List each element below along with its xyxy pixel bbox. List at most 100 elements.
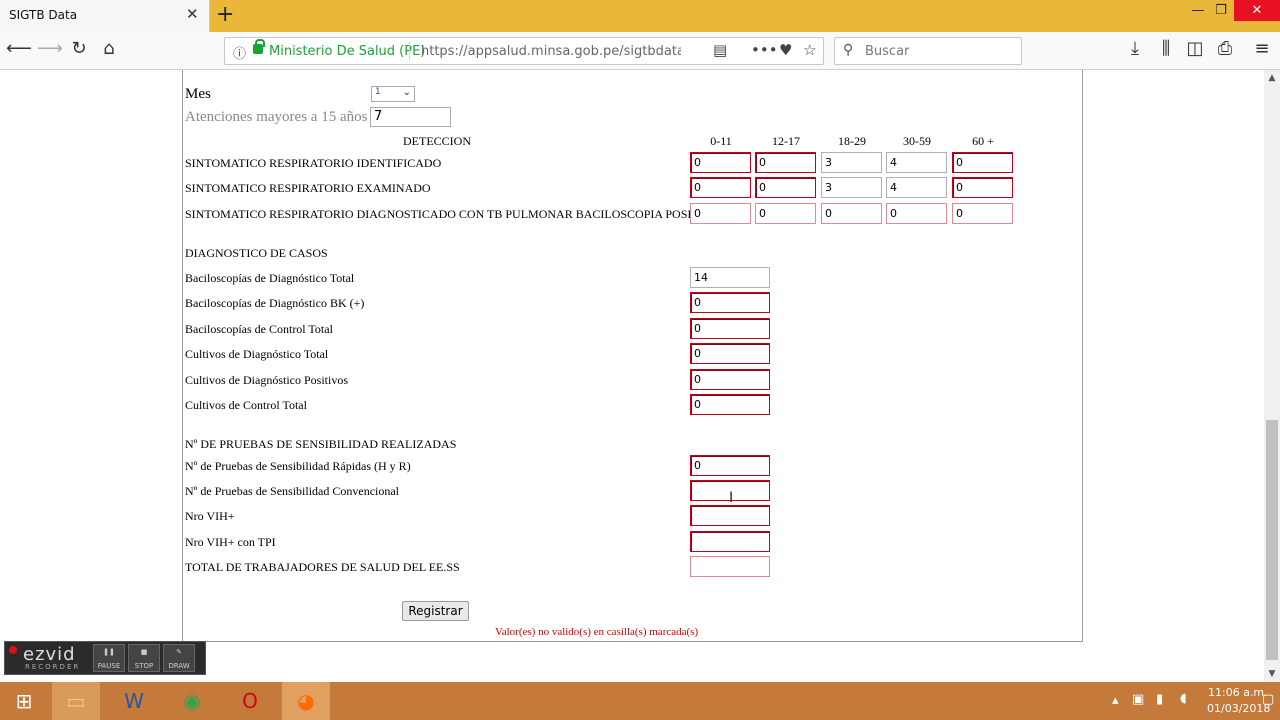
- bookmark-star-icon[interactable]: ☆: [803, 41, 816, 59]
- page-actions-icon[interactable]: •••: [751, 41, 778, 59]
- stop-button[interactable]: ■ STOP: [128, 644, 160, 672]
- detection-input[interactable]: 0: [690, 203, 751, 224]
- network-icon[interactable]: ▣: [1132, 692, 1144, 707]
- file-explorer-icon[interactable]: ▭: [52, 682, 100, 720]
- sens-label: Nº de Pruebas de Sensibilidad Rápidas (H…: [185, 459, 411, 473]
- sidebar-icon[interactable]: ◫: [1183, 38, 1207, 59]
- registrar-button[interactable]: Registrar: [402, 601, 469, 621]
- pocket-icon[interactable]: ♥: [779, 41, 792, 59]
- scroll-down-icon[interactable]: ▼: [1264, 666, 1280, 682]
- new-tab-icon[interactable]: +: [216, 2, 234, 27]
- sens-input[interactable]: [690, 556, 770, 577]
- detection-input[interactable]: 0: [886, 203, 947, 224]
- page-viewport: Mes 1 ⌄ Atenciones mayores a 15 años 7 D…: [0, 70, 1264, 682]
- search-icon: ⚲: [843, 42, 854, 58]
- diag-input[interactable]: 0: [690, 318, 770, 339]
- url-text[interactable]: https://appsalud.minsa.gob.pe/sigtbdata/…: [421, 44, 681, 59]
- age-col-header: 18-29: [838, 134, 866, 148]
- word-icon[interactable]: W: [110, 682, 158, 720]
- window-minimize-icon[interactable]: —: [1188, 3, 1208, 18]
- detection-input[interactable]: 0: [690, 177, 751, 198]
- stop-label: STOP: [134, 662, 154, 670]
- diag-input[interactable]: 0: [690, 394, 770, 415]
- scroll-thumb[interactable]: [1266, 420, 1278, 660]
- diag-input[interactable]: 0: [690, 343, 770, 364]
- sens-label: Nº de Pruebas de Sensibilidad Convencion…: [185, 484, 400, 498]
- library-icon[interactable]: ⫼: [1154, 38, 1178, 59]
- window-restore-icon[interactable]: ❐: [1211, 3, 1231, 18]
- detection-input[interactable]: 0: [690, 152, 751, 173]
- error-message: Valor(es) no valido(s) en casilla(s) mar…: [495, 626, 699, 638]
- reload-icon[interactable]: ↻: [67, 38, 91, 59]
- detection-input[interactable]: 0: [755, 177, 816, 198]
- mes-select[interactable]: 1 ⌄: [371, 86, 415, 102]
- mes-label: Mes: [185, 86, 211, 102]
- detection-input[interactable]: 0: [755, 152, 816, 173]
- vertical-scrollbar[interactable]: ▲ ▼: [1264, 70, 1280, 682]
- print-icon[interactable]: ⎙: [1213, 38, 1237, 59]
- row-label: SINTOMATICO RESPIRATORIO IDENTIFICADO: [185, 156, 442, 170]
- tab-close-icon[interactable]: ✕: [186, 5, 199, 23]
- chevron-down-icon: ⌄: [402, 87, 411, 98]
- age-col-header: 0-11: [710, 134, 732, 148]
- sens-input[interactable]: 0: [690, 455, 770, 476]
- home-icon[interactable]: ⌂: [97, 38, 121, 59]
- atenciones-input[interactable]: 7: [370, 107, 451, 127]
- pause-button[interactable]: ❚❚ PAUSE: [93, 644, 125, 672]
- search-bar[interactable]: ⚲ Buscar: [834, 37, 1022, 65]
- diag-label: Baciloscopías de Diagnóstico Total: [185, 271, 355, 285]
- detection-input[interactable]: 0: [821, 203, 882, 224]
- sens-input[interactable]: [690, 531, 770, 552]
- diag-input[interactable]: 0: [690, 369, 770, 390]
- clock-time[interactable]: 11:06 a.m.: [1208, 686, 1268, 699]
- info-icon[interactable]: ⓘ: [233, 43, 246, 62]
- diag-label: Cultivos de Control Total: [185, 398, 307, 412]
- search-placeholder: Buscar: [865, 44, 910, 59]
- ezvid-logo: ezvid: [23, 644, 76, 665]
- sens-label: Nro VIH+: [185, 509, 235, 523]
- browser-tab[interactable]: SIGTB Data ✕: [0, 0, 210, 32]
- detection-input[interactable]: 0: [755, 203, 816, 224]
- deteccion-header: DETECCION: [403, 134, 471, 148]
- clock-date[interactable]: 01/03/2018: [1207, 702, 1270, 715]
- url-separator: [409, 42, 410, 60]
- diag-label: Baciloscopías de Control Total: [185, 322, 333, 336]
- diag-label: Cultivos de Diagnóstico Positivos: [185, 373, 349, 387]
- sens-label: TOTAL DE TRABAJADORES DE SALUD DEL EE.SS: [185, 560, 460, 574]
- notification-icon[interactable]: ▢: [1262, 692, 1274, 707]
- diag-input[interactable]: 14: [690, 267, 770, 288]
- site-identity[interactable]: Ministerio De Salud (PE): [269, 44, 425, 59]
- tab-bar: SIGTB Data ✕ + — ❐ ✕: [0, 0, 1280, 32]
- firefox-icon[interactable]: ◕: [282, 682, 330, 720]
- volume-icon[interactable]: ◖: [1180, 691, 1187, 706]
- nav-bar: ⟵ ⟶ ↻ ⌂ ⓘ Ministerio De Salud (PE) https…: [0, 32, 1280, 70]
- detection-input[interactable]: 4: [886, 177, 947, 198]
- reader-view-icon[interactable]: ▤: [713, 41, 727, 59]
- tray-expand-icon[interactable]: ▴: [1112, 693, 1119, 708]
- detection-input[interactable]: 4: [886, 152, 947, 173]
- diag-input[interactable]: 0: [690, 292, 770, 313]
- back-icon[interactable]: ⟵: [6, 38, 32, 59]
- scroll-up-icon[interactable]: ▲: [1264, 70, 1280, 86]
- detection-input[interactable]: 3: [821, 152, 882, 173]
- age-col-header: 12-17: [772, 134, 800, 148]
- detection-input[interactable]: 0: [952, 152, 1013, 173]
- sens-input[interactable]: [690, 505, 770, 526]
- download-icon[interactable]: ⤓: [1123, 38, 1147, 59]
- system-tray: ▴ ▣ ▮ ◖: [1108, 682, 1208, 720]
- forward-icon[interactable]: ⟶: [37, 38, 63, 59]
- diag-label: Cultivos de Diagnóstico Total: [185, 347, 329, 361]
- opera-icon[interactable]: O: [226, 682, 274, 720]
- detection-input[interactable]: 0: [952, 177, 1013, 198]
- window-close-icon[interactable]: ✕: [1234, 0, 1280, 21]
- battery-icon[interactable]: ▮: [1156, 692, 1163, 707]
- draw-button[interactable]: ✎ DRAW: [163, 644, 195, 672]
- url-bar[interactable]: ⓘ Ministerio De Salud (PE) https://appsa…: [224, 37, 824, 65]
- windows-start-icon[interactable]: ⊞: [0, 682, 48, 720]
- detection-input[interactable]: 0: [952, 203, 1013, 224]
- menu-icon[interactable]: ≡: [1250, 38, 1274, 59]
- detection-input[interactable]: 3: [821, 177, 882, 198]
- ezvid-subtitle: RECORDER: [25, 663, 81, 671]
- text-cursor-icon: I: [729, 490, 734, 506]
- chrome-icon[interactable]: ◉: [168, 682, 216, 720]
